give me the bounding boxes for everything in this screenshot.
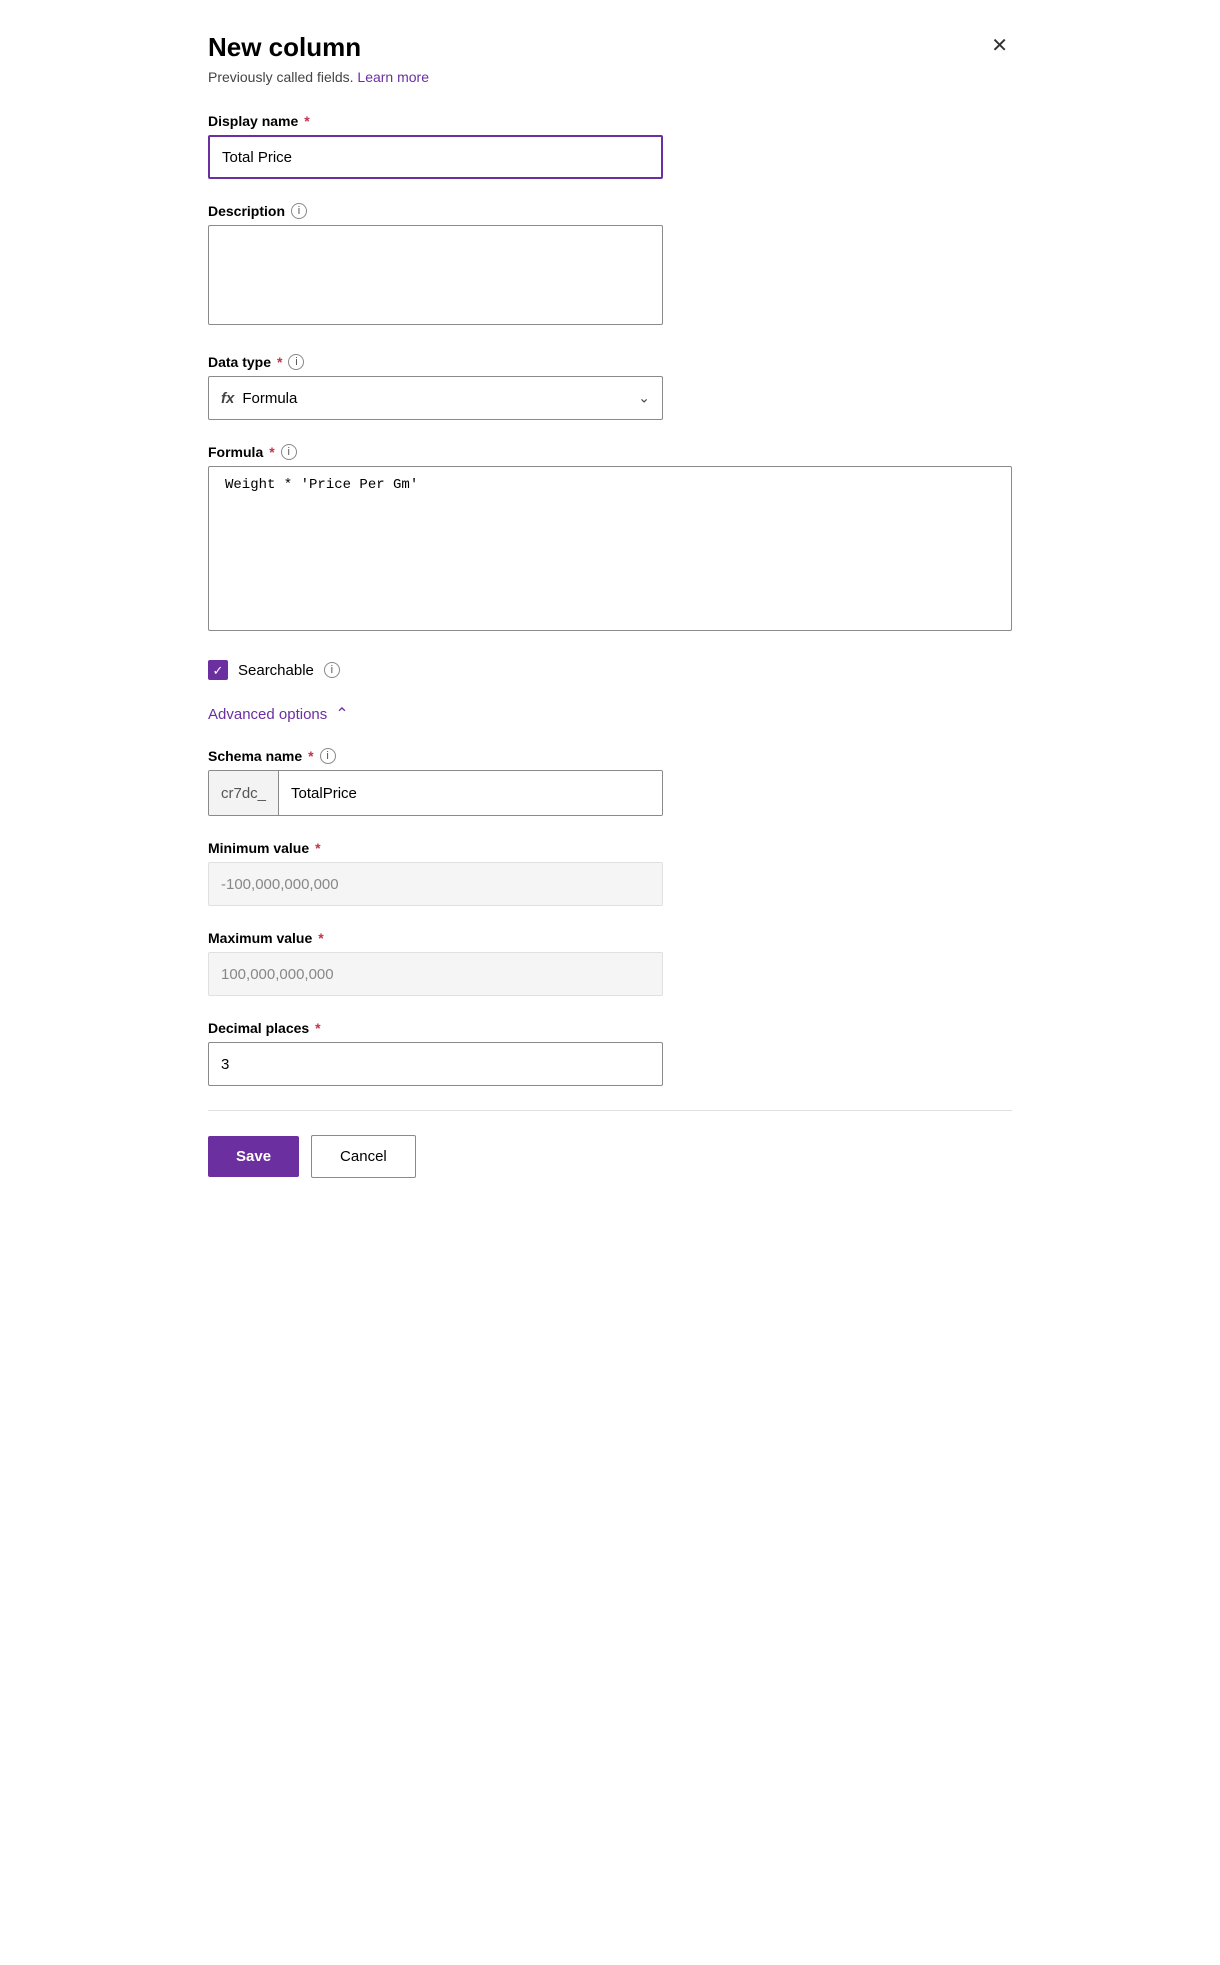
searchable-info-icon: i [324, 662, 340, 678]
schema-name-label: Schema name * i [208, 748, 1012, 764]
display-name-required: * [304, 113, 309, 129]
description-info-icon: i [291, 203, 307, 219]
schema-prefix: cr7dc_ [209, 771, 279, 815]
display-name-input[interactable] [208, 135, 663, 179]
checkbox-check-icon: ✓ [213, 664, 224, 677]
schema-input-wrapper: cr7dc_ [208, 770, 663, 816]
data-type-required: * [277, 354, 282, 370]
formula-required: * [269, 444, 274, 460]
description-textarea[interactable] [208, 225, 663, 325]
decimal-places-required: * [315, 1020, 320, 1036]
data-type-select[interactable]: fx Formula ⌄ [208, 376, 663, 420]
decimal-places-label: Decimal places * [208, 1020, 1012, 1036]
chevron-up-icon: ⌃ [335, 704, 348, 724]
minimum-value-label: Minimum value * [208, 840, 1012, 856]
close-button[interactable]: ✕ [987, 32, 1012, 60]
advanced-options-label: Advanced options [208, 706, 327, 723]
schema-name-input[interactable] [279, 771, 662, 815]
footer-buttons: Save Cancel [208, 1135, 1012, 1178]
schema-name-required: * [308, 748, 313, 764]
maximum-value-required: * [318, 930, 323, 946]
decimal-places-input[interactable] [208, 1042, 663, 1086]
fx-icon: fx [221, 390, 234, 407]
formula-label: Formula * i [208, 444, 1012, 460]
data-type-label: Data type * i [208, 354, 1012, 370]
searchable-row: ✓ Searchable i [208, 660, 1012, 680]
maximum-value-display: 100,000,000,000 [208, 952, 663, 996]
data-type-value: Formula [242, 390, 297, 407]
maximum-value-group: Maximum value * 100,000,000,000 [208, 930, 1012, 996]
data-type-group: Data type * i fx Formula ⌄ [208, 354, 1012, 420]
learn-more-link[interactable]: Learn more [357, 69, 429, 85]
description-label: Description i [208, 203, 1012, 219]
display-name-label: Display name * [208, 113, 1012, 129]
formula-wrapper: Weight * 'Price Per Gm' [208, 466, 1012, 636]
decimal-places-group: Decimal places * [208, 1020, 1012, 1086]
data-type-info-icon: i [288, 354, 304, 370]
panel-title: New column [208, 32, 361, 63]
save-button[interactable]: Save [208, 1136, 299, 1177]
minimum-value-group: Minimum value * -100,000,000,000 [208, 840, 1012, 906]
formula-group: Formula * i Weight * 'Price Per Gm' [208, 444, 1012, 636]
chevron-down-icon: ⌄ [638, 390, 650, 407]
minimum-value-display: -100,000,000,000 [208, 862, 663, 906]
minimum-value-required: * [315, 840, 320, 856]
formula-info-icon: i [281, 444, 297, 460]
formula-textarea[interactable]: Weight * 'Price Per Gm' [208, 466, 1012, 631]
maximum-value-label: Maximum value * [208, 930, 1012, 946]
advanced-options-toggle[interactable]: Advanced options ⌃ [208, 704, 349, 724]
schema-name-info-icon: i [320, 748, 336, 764]
cancel-button[interactable]: Cancel [311, 1135, 416, 1178]
searchable-checkbox[interactable]: ✓ [208, 660, 228, 680]
searchable-label: Searchable [238, 662, 314, 679]
footer-divider [208, 1110, 1012, 1111]
subtitle: Previously called fields. Learn more [208, 69, 1012, 85]
description-group: Description i [208, 203, 1012, 330]
schema-name-group: Schema name * i cr7dc_ [208, 748, 1012, 816]
display-name-group: Display name * [208, 113, 1012, 179]
